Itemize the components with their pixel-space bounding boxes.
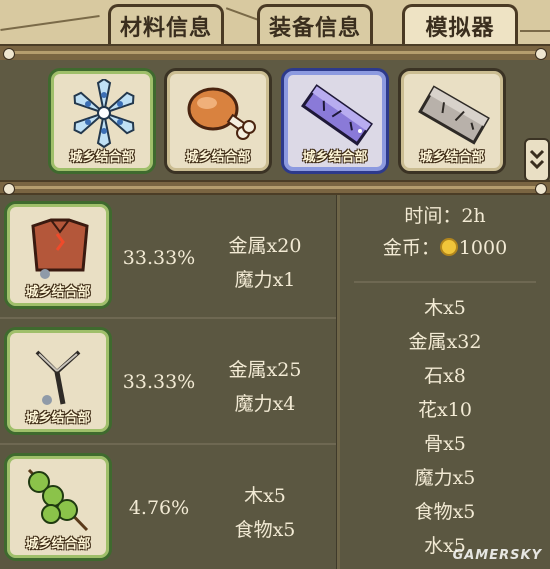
purple-crystal-bar-icon — [300, 84, 374, 146]
total-material-item: 花x10 — [418, 399, 472, 421]
total-material-item: 石x8 — [424, 365, 466, 387]
result-materials: 金属x20 魔力x1 — [210, 229, 320, 297]
gold-cost: 金币： 1000 — [340, 233, 550, 260]
result-materials: 木x5 食物x5 — [210, 479, 320, 547]
ingredient-slot-stone[interactable]: 城乡结合部 — [398, 68, 506, 174]
watermark-text: 城乡结合部 — [25, 411, 91, 426]
armor-chest-icon — [31, 218, 89, 279]
watermark-text: 城乡结合部 — [302, 150, 368, 165]
result-chance: 4.76% — [128, 497, 190, 519]
watermark-text: 城乡结合部 — [69, 150, 135, 165]
gold-label: 金币： — [382, 237, 440, 259]
fork-icon — [35, 350, 81, 405]
result-item-pea-skewer[interactable]: 城乡结合部 — [4, 453, 112, 561]
drumstick-icon — [187, 87, 256, 140]
ingredient-strip: 城乡结合部 城乡结合部 城乡结合部 城乡结合部 — [0, 60, 550, 182]
ingredient-slot-meat[interactable]: 城乡结合部 — [164, 68, 272, 174]
pea-skewer-icon — [27, 468, 89, 532]
map-decoration — [0, 15, 100, 31]
gold-value: 1000 — [458, 237, 508, 259]
tab-simulator[interactable]: 模拟器 — [402, 4, 518, 44]
tab-equipment-info[interactable]: 装备信息 — [257, 4, 373, 44]
material-line: 魔力x4 — [234, 393, 296, 415]
double-chevron-down-icon — [529, 149, 545, 170]
total-materials-list: 木x5 金属x32 石x8 花x10 骨x5 魔力x5 食物x5 水x5 — [340, 291, 550, 563]
result-item-fork[interactable]: 城乡结合部 — [4, 327, 112, 435]
material-line: 木x5 — [244, 485, 286, 507]
total-material-item: 木x5 — [424, 297, 466, 319]
result-chance: 33.33% — [122, 247, 196, 269]
watermark-text: 城乡结合部 — [25, 537, 91, 552]
middle-divider-bar — [0, 180, 550, 195]
watermark-text: 城乡结合部 — [25, 285, 91, 300]
result-item-armor[interactable]: 城乡结合部 — [4, 201, 112, 309]
watermark-text: 城乡结合部 — [185, 150, 251, 165]
gold-coin-icon — [439, 238, 458, 256]
stone-block-icon — [418, 85, 490, 145]
simulator-screen: 材料信息 装备信息 模拟器 城乡结合部 城乡结合部 城乡结合部 城乡结合部 城乡… — [0, 0, 550, 569]
total-material-item: 魔力x5 — [414, 467, 476, 489]
time-cost: 时间：2h — [404, 205, 486, 227]
row-divider — [0, 317, 336, 319]
watermark-text: 城乡结合部 — [419, 150, 485, 165]
row-divider — [0, 443, 336, 445]
total-material-item: 金属x32 — [408, 331, 482, 353]
blue-flower-icon — [73, 79, 135, 149]
total-material-item: 食物x5 — [414, 501, 476, 523]
total-material-item: 骨x5 — [424, 433, 466, 455]
map-decoration — [520, 30, 550, 32]
ingredient-slot-crystal[interactable]: 城乡结合部 — [281, 68, 389, 174]
material-line: 魔力x1 — [234, 269, 296, 291]
material-line: 食物x5 — [234, 519, 296, 541]
material-line: 金属x25 — [228, 359, 302, 381]
ingredient-slot-flower[interactable]: 城乡结合部 — [48, 68, 156, 174]
summary-divider — [354, 281, 536, 283]
summary-panel: 时间：2h 金币： 1000 木x5 金属x32 石x8 花x10 骨x5 魔力x… — [340, 195, 550, 569]
source-watermark: GAMERSKY — [452, 548, 542, 563]
tab-header: 材料信息 装备信息 模拟器 — [0, 0, 550, 46]
result-materials: 金属x25 魔力x4 — [210, 353, 320, 421]
result-list: 城乡结合部 33.33% 金属x20 魔力x1 城乡结合部 33.33% 金属x… — [0, 195, 336, 569]
scroll-down-button[interactable] — [524, 138, 550, 182]
result-chance: 33.33% — [122, 371, 196, 393]
tab-material-info[interactable]: 材料信息 — [108, 4, 224, 44]
material-line: 金属x20 — [228, 235, 302, 257]
